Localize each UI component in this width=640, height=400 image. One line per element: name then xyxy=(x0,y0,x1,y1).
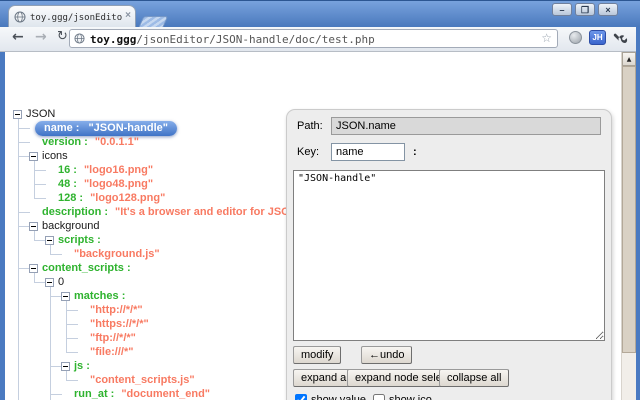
new-tab-button[interactable] xyxy=(138,16,169,27)
tree-node[interactable]: "file:///*" xyxy=(77,345,133,359)
tree-node[interactable]: "background.js" xyxy=(61,247,160,261)
tree-node[interactable]: content_scripts : xyxy=(29,261,131,275)
url-path: /jsonEditor/JSON-handle/doc/test.php xyxy=(136,33,375,46)
refresh-icon[interactable]: ↻ xyxy=(57,29,68,44)
tree-node[interactable]: "https://*/*" xyxy=(77,317,149,331)
show-value-label: show value xyxy=(311,394,367,400)
bookmark-star-icon[interactable]: ☆ xyxy=(541,31,552,45)
tree-key: 16 : xyxy=(58,164,77,176)
tree-value: "0.0.1.1" xyxy=(94,136,139,148)
tree-node[interactable]: version : "0.0.1.1" xyxy=(29,135,139,149)
expand-collapse-icon[interactable] xyxy=(45,278,54,287)
tree-node[interactable]: "http://*/*" xyxy=(77,303,143,317)
maximize-button[interactable]: ❐ xyxy=(575,3,595,16)
key-colon: : xyxy=(413,146,417,158)
tree-value: "logo48.png" xyxy=(83,178,154,190)
path-label: Path: xyxy=(297,120,323,132)
url-domain: toy.ggg xyxy=(90,33,137,46)
tree-value: "http://*/*" xyxy=(90,304,143,316)
tree-value: "logo128.png" xyxy=(90,192,166,204)
tree-node[interactable]: matches : xyxy=(61,289,125,303)
expand-collapse-icon[interactable] xyxy=(29,222,38,231)
expand-collapse-icon[interactable] xyxy=(29,152,38,161)
tree-value: "document_end" xyxy=(121,388,211,400)
tree-node[interactable]: name : "JSON-handle" xyxy=(29,121,177,136)
url-text: toy.ggg/jsonEditor/JSON-handle/doc/test.… xyxy=(90,33,375,46)
options-row: show value show ico xyxy=(295,394,432,400)
address-bar[interactable]: toy.ggg/jsonEditor/JSON-handle/doc/test.… xyxy=(69,29,558,48)
tree-value: "background.js" xyxy=(74,248,160,260)
page-content: JSON name : "JSON-handle" version : "0.0.1.1… xyxy=(0,52,640,400)
tree-key: matches : xyxy=(74,290,126,302)
tree-key: 128 : xyxy=(58,192,84,204)
wrench-menu-icon[interactable] xyxy=(613,30,628,45)
editor-panel: Path: Key: : modify ←undo expand all exp… xyxy=(286,109,612,400)
tree-value: "logo16.png" xyxy=(83,164,154,176)
show-ico-checkbox[interactable] xyxy=(373,394,386,400)
tree-key: 0 xyxy=(58,276,65,288)
expand-collapse-icon[interactable] xyxy=(61,292,70,301)
tree-node[interactable]: 48 : "logo48.png" xyxy=(45,177,153,191)
tree-key: JSON xyxy=(26,108,56,120)
modify-button[interactable]: modify xyxy=(293,346,342,364)
expand-collapse-icon[interactable] xyxy=(13,110,22,119)
key-field[interactable] xyxy=(331,143,405,161)
tree-node[interactable]: "content_scripts.js" xyxy=(77,373,195,387)
tab-close-icon[interactable]: × xyxy=(125,11,131,21)
tree-value: "file:///*" xyxy=(90,346,134,358)
value-textarea[interactable] xyxy=(293,170,605,341)
tree-node[interactable]: 16 : "logo16.png" xyxy=(45,163,153,177)
globe-favicon-icon xyxy=(14,11,26,23)
tab-title: toy.ggg/jsonEditor/JSON- xyxy=(30,13,122,23)
tree-key: version : xyxy=(42,136,88,148)
tree-key: background xyxy=(42,220,100,232)
browser-tab[interactable]: toy.ggg/jsonEditor/JSON- × xyxy=(8,5,136,28)
window-border-left xyxy=(0,52,5,400)
globe-icon xyxy=(74,33,85,44)
expand-collapse-icon[interactable] xyxy=(29,264,38,273)
tree-node[interactable]: background xyxy=(29,219,100,233)
json-handle-extension-icon[interactable]: JH xyxy=(589,30,606,45)
browser-titlebar: toy.ggg/jsonEditor/JSON- × – ❐ × xyxy=(0,0,640,28)
tree-value: "ftp://*/*" xyxy=(90,332,136,344)
tree-value: "https://*/*" xyxy=(90,318,149,330)
tree-node[interactable]: run_at : "document_end" xyxy=(61,387,210,400)
tree-node[interactable]: 128 : "logo128.png" xyxy=(45,191,165,205)
scrollbar-thumb[interactable] xyxy=(622,66,636,353)
tree-key: content_scripts : xyxy=(42,262,131,274)
tree-key: 48 : xyxy=(58,178,77,190)
tree-key: run_at : xyxy=(74,388,115,400)
forward-icon[interactable]: → xyxy=(35,29,47,45)
tree-key: scripts : xyxy=(58,234,101,246)
collapse-all-button[interactable]: collapse all xyxy=(439,369,510,387)
scrollbar-up-icon[interactable]: ▲ xyxy=(622,52,636,66)
expand-collapse-icon[interactable] xyxy=(45,236,54,245)
undo-button[interactable]: ←undo xyxy=(361,346,413,364)
tree-key: icons xyxy=(42,150,68,162)
selected-tree-node[interactable]: name : "JSON-handle" xyxy=(35,121,177,136)
show-value-checkbox[interactable] xyxy=(295,394,307,400)
back-icon[interactable]: ← xyxy=(12,29,24,45)
page-scrollbar[interactable]: ▲ xyxy=(621,52,636,400)
tree-value: "content_scripts.js" xyxy=(90,374,195,386)
close-button[interactable]: × xyxy=(598,3,618,16)
key-label: Key: xyxy=(297,146,320,158)
tree-node[interactable]: "ftp://*/*" xyxy=(77,331,136,345)
window-border-right xyxy=(636,27,640,400)
tree-key: description : xyxy=(42,206,109,218)
expand-collapse-icon[interactable] xyxy=(61,362,70,371)
browser-toolbar: ← → ↻ toy.ggg/jsonEditor/JSON-handle/doc… xyxy=(0,27,640,52)
path-field xyxy=(331,117,601,135)
show-ico-label: show ico xyxy=(389,394,432,400)
minimize-button[interactable]: – xyxy=(552,3,572,16)
extension-sphere-icon[interactable] xyxy=(569,31,582,44)
tree-key: js : xyxy=(74,360,90,372)
window-controls: – ❐ × xyxy=(552,3,618,16)
